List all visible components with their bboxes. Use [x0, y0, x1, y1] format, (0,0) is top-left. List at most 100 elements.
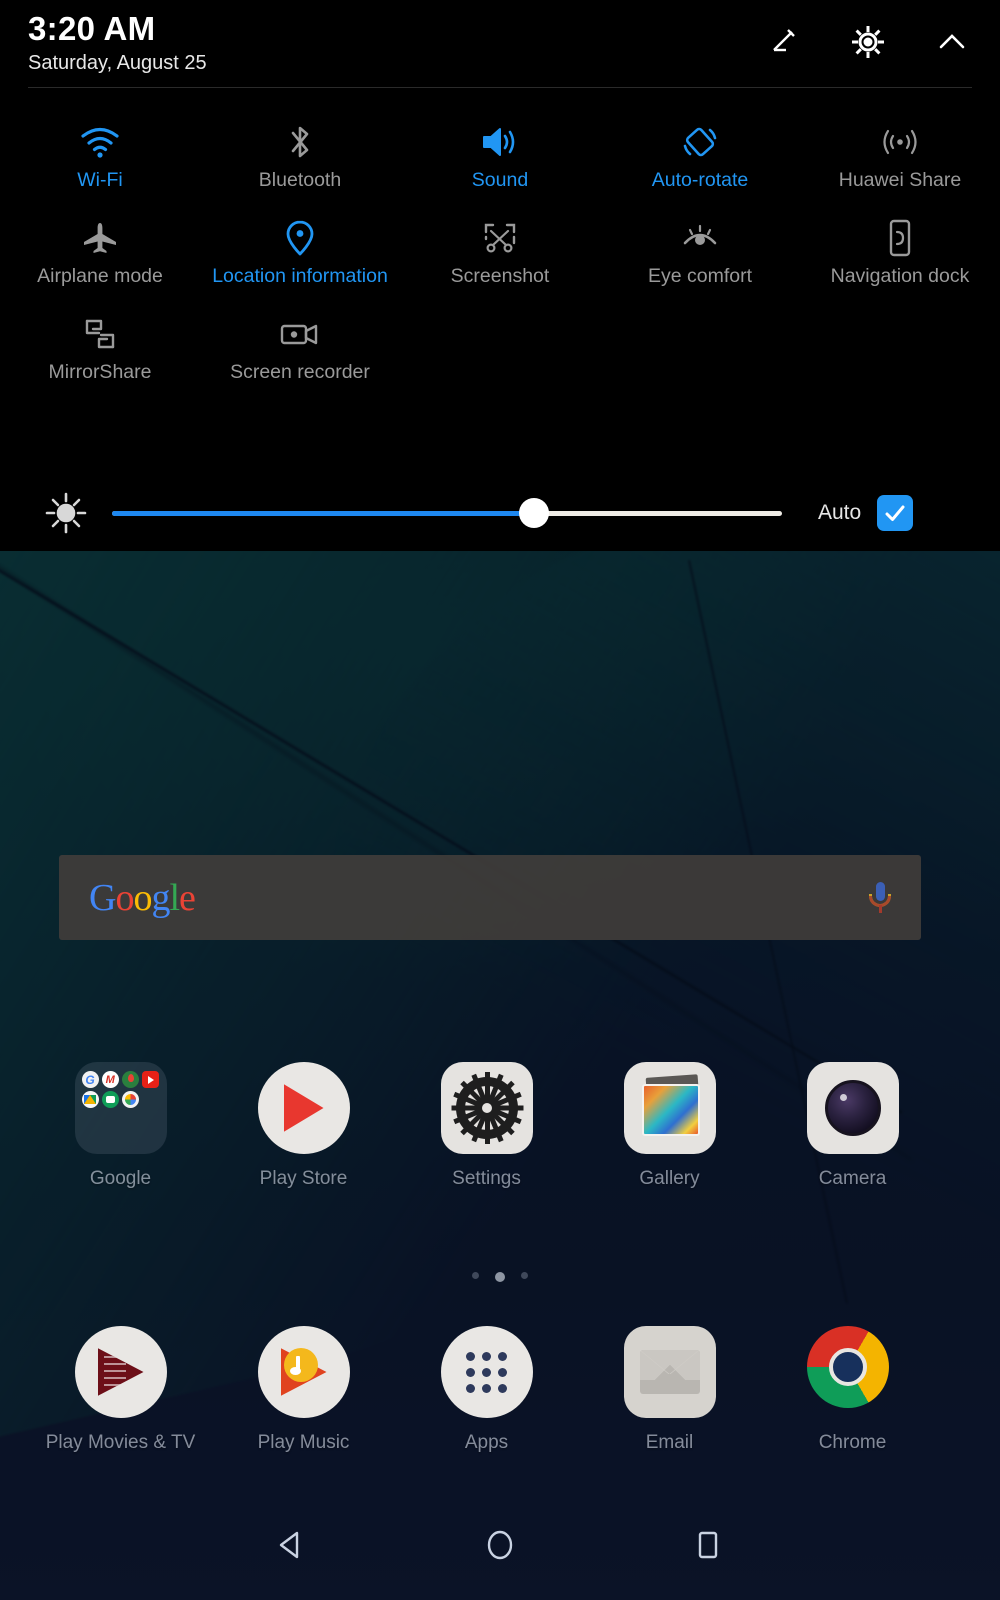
tile-label: Huawei Share: [838, 169, 962, 191]
page-indicator: [0, 1272, 1000, 1282]
app-label: Apps: [464, 1432, 509, 1453]
header-divider: [28, 87, 972, 88]
tile-location-information[interactable]: Location information: [200, 200, 400, 296]
tile-label: Wi-Fi: [77, 169, 123, 191]
gallery-app-icon: [623, 1062, 716, 1154]
tile-huawei-share[interactable]: Huawei Share: [800, 104, 1000, 200]
tile-screen-recorder[interactable]: Screen recorder: [200, 296, 400, 392]
app-label: Settings: [452, 1168, 521, 1189]
brightness-slider[interactable]: [112, 498, 782, 528]
app-item-camera[interactable]: Camera: [761, 1062, 944, 1190]
play-movies-icon: [74, 1326, 167, 1418]
logo-letter: g: [151, 876, 170, 919]
slider-fill: [112, 510, 535, 516]
tile-eye-comfort[interactable]: Eye comfort: [600, 200, 800, 296]
tile-screenshot[interactable]: Screenshot: [400, 200, 600, 296]
collapse-chevron-up-icon[interactable]: [930, 20, 974, 64]
logo-letter: o: [133, 876, 152, 919]
folder-mini-maps-icon: [122, 1071, 139, 1088]
tile-label: Eye comfort: [647, 265, 753, 287]
header-actions: [762, 20, 974, 64]
edit-icon[interactable]: [762, 20, 806, 64]
page-dot: [521, 1272, 528, 1279]
app-item-play-movies[interactable]: Play Movies & TV: [29, 1326, 212, 1454]
tile-wifi[interactable]: Wi-Fi: [0, 104, 200, 200]
logo-letter: o: [115, 876, 134, 919]
google-search-widget[interactable]: Google: [59, 855, 921, 940]
folder-mini-gmail-icon: [101, 1071, 119, 1088]
wifi-icon: [79, 120, 121, 164]
quick-settings-tiles: Wi-Fi Bluetooth Sound Auto-rotate Huawei…: [0, 88, 1000, 392]
sound-icon: [480, 120, 520, 164]
nav-back-button[interactable]: [262, 1515, 322, 1575]
app-drawer-icon: [440, 1326, 533, 1418]
location-pin-icon: [283, 216, 317, 260]
tile-label: Airplane mode: [37, 265, 163, 287]
settings-gear-icon[interactable]: [846, 20, 890, 64]
nav-recents-button[interactable]: [678, 1515, 738, 1575]
logo-letter: l: [169, 876, 180, 919]
google-logo: Google: [89, 876, 196, 920]
tile-navigation-dock[interactable]: Navigation dock: [800, 200, 1000, 296]
auto-brightness-label: Auto: [818, 501, 862, 524]
mirrorshare-icon: [80, 312, 120, 356]
app-item-apps[interactable]: Apps: [395, 1326, 578, 1454]
screenshot-icon: [480, 216, 520, 260]
app-label: Google: [89, 1168, 152, 1189]
logo-letter: G: [89, 876, 116, 919]
quick-settings-panel: 3:20 AM Saturday, August 25 Wi-Fi Blueto…: [0, 0, 1000, 551]
page-dot-active: [495, 1272, 505, 1282]
folder-mini-photos-icon: [122, 1091, 139, 1108]
microphone-icon[interactable]: [867, 878, 893, 918]
app-item-chrome[interactable]: Chrome: [761, 1326, 944, 1454]
folder-mini-duo-icon: [101, 1091, 119, 1108]
auto-rotate-icon: [680, 120, 720, 164]
app-label: Gallery: [639, 1168, 700, 1189]
tile-bluetooth[interactable]: Bluetooth: [200, 104, 400, 200]
app-label: Chrome: [818, 1432, 887, 1453]
auto-brightness-checkbox[interactable]: [877, 495, 914, 531]
app-row-1: Google Play Store: [0, 1062, 1000, 1190]
navigation-bar: [0, 1490, 1000, 1600]
app-item-gallery[interactable]: Gallery: [578, 1062, 761, 1190]
logo-letter: e: [179, 876, 196, 919]
app-label: Email: [645, 1432, 694, 1453]
app-item-google-folder[interactable]: Google: [29, 1062, 212, 1190]
tile-row-1: Wi-Fi Bluetooth Sound Auto-rotate Huawei…: [0, 104, 1000, 200]
app-label: Play Music: [257, 1432, 350, 1453]
play-store-icon: [257, 1062, 350, 1154]
tile-airplane-mode[interactable]: Airplane mode: [0, 200, 200, 296]
tile-label: Sound: [471, 169, 529, 191]
tile-label: Screenshot: [450, 265, 550, 287]
airplane-icon: [80, 216, 120, 260]
tile-label: Auto-rotate: [651, 169, 749, 191]
settings-app-icon: [440, 1062, 533, 1154]
app-item-play-store[interactable]: Play Store: [212, 1062, 395, 1190]
check-icon: [885, 505, 905, 521]
navigation-dock-icon: [885, 216, 915, 260]
eye-comfort-icon: [679, 216, 721, 260]
tile-mirrorshare[interactable]: MirrorShare: [0, 296, 200, 392]
status-date: Saturday, August 25: [28, 52, 207, 74]
huawei-share-icon: [879, 120, 921, 164]
bluetooth-icon: [284, 120, 316, 164]
quick-settings-header: 3:20 AM Saturday, August 25: [0, 0, 1000, 88]
tile-label: Location information: [212, 265, 388, 287]
status-time: 3:20 AM: [28, 10, 156, 47]
tile-row-3: MirrorShare Screen recorder: [0, 296, 1000, 392]
camera-app-icon: [806, 1062, 899, 1154]
tile-auto-rotate[interactable]: Auto-rotate: [600, 104, 800, 200]
tile-row-2: Airplane mode Location information Scree…: [0, 200, 1000, 296]
app-label: Camera: [818, 1168, 887, 1189]
tile-sound[interactable]: Sound: [400, 104, 600, 200]
app-item-email[interactable]: Email: [578, 1326, 761, 1454]
nav-home-button[interactable]: [470, 1515, 530, 1575]
folder-mini-drive-icon: [81, 1091, 99, 1108]
slider-thumb[interactable]: [519, 498, 550, 528]
app-item-play-music[interactable]: Play Music: [212, 1326, 395, 1454]
tile-label: MirrorShare: [48, 361, 152, 383]
app-item-settings[interactable]: Settings: [395, 1062, 578, 1190]
chrome-app-icon: [806, 1326, 899, 1418]
page-dot: [472, 1272, 479, 1279]
screen-recorder-icon: [278, 312, 322, 356]
